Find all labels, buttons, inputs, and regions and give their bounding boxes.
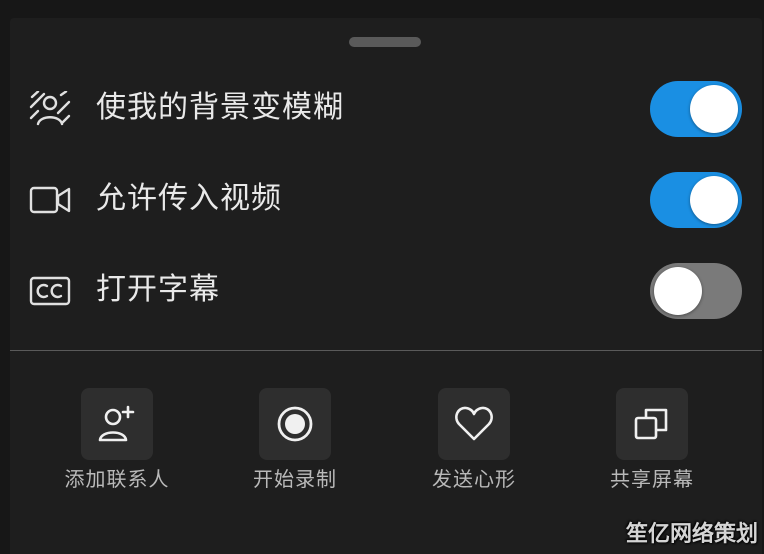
blur-background-toggle[interactable] [650,81,742,137]
setting-label: 使我的背景变模糊 [96,90,344,125]
setting-row-incoming-video[interactable]: 允许传入视频 [10,164,762,234]
record-icon [277,406,313,442]
action-tile [259,388,331,460]
setting-row-blur-background[interactable]: 使我的背景变模糊 [10,73,762,143]
section-divider [10,350,762,351]
setting-row-captions[interactable]: 打开字幕 [10,255,762,325]
action-label: 添加联系人 [64,467,170,491]
action-label: 发送心形 [432,467,516,491]
heart-icon [455,406,493,441]
action-tile [81,388,153,460]
start-recording-button[interactable]: 开始录制 [220,386,370,496]
setting-label: 允许传入视频 [96,181,282,216]
toggle-knob [690,85,738,133]
share-screen-button[interactable]: 共享屏幕 [577,386,727,496]
call-options-screen: 使我的背景变模糊 允许传入视频 打开字幕 添加联系人 开始录制 发送心形 共享屏… [0,0,764,554]
watermark: 笙亿网络策划 [625,522,758,547]
action-label: 共享屏幕 [610,467,694,491]
incoming-video-toggle[interactable] [650,172,742,228]
video-camera-icon [28,182,72,218]
setting-label: 打开字幕 [96,272,220,307]
action-tile [438,388,510,460]
toggle-knob [690,176,738,224]
action-tile [616,388,688,460]
send-heart-button[interactable]: 发送心形 [399,386,549,496]
add-contact-icon [98,405,135,442]
toggle-knob [654,267,702,315]
blur-background-icon [28,90,72,127]
add-contact-button[interactable]: 添加联系人 [42,386,192,496]
captions-toggle[interactable] [650,263,742,319]
share-screen-icon [634,408,668,440]
drag-handle[interactable] [349,37,421,47]
options-sheet: 使我的背景变模糊 允许传入视频 打开字幕 添加联系人 开始录制 发送心形 共享屏… [10,18,762,554]
action-label: 开始录制 [253,467,337,491]
closed-captions-icon [28,273,72,309]
